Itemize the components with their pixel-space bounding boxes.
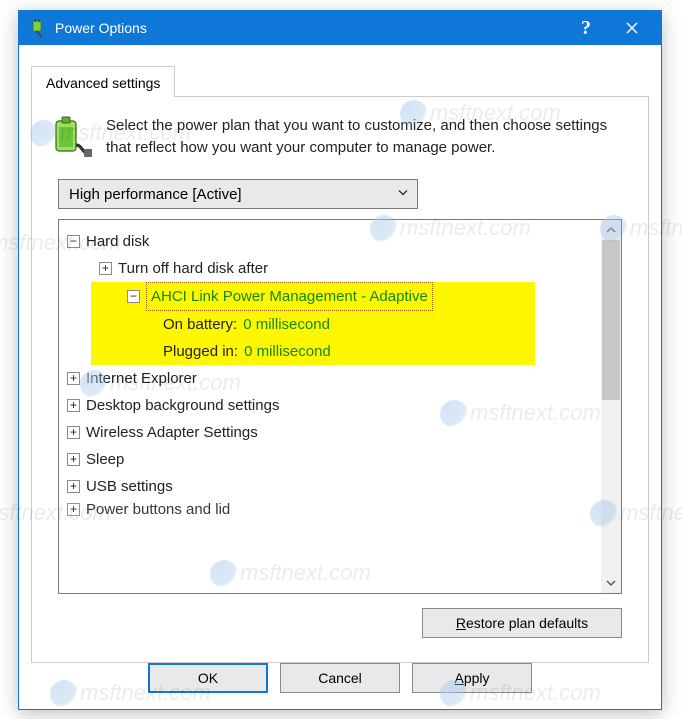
restore-plan-defaults-button[interactable]: Restore plan defaults: [422, 608, 622, 638]
tree-label: Hard disk: [86, 228, 149, 255]
expand-icon[interactable]: +: [99, 262, 112, 275]
on-battery-label: On battery:: [163, 311, 237, 338]
power-plan-value: High performance [Active]: [69, 186, 242, 203]
ahci-label: AHCI Link Power Management - Adaptive: [146, 282, 433, 311]
collapse-icon[interactable]: −: [127, 290, 140, 303]
plugged-in-value: 0 millisecond: [244, 338, 331, 365]
tree-label: Internet Explorer: [86, 365, 197, 392]
apply-button[interactable]: Apply: [412, 663, 532, 693]
power-plug-icon: [29, 19, 47, 37]
tree-label: Desktop background settings: [86, 392, 279, 419]
tree-label: Turn off hard disk after: [118, 255, 268, 282]
tree-label: Sleep: [86, 446, 124, 473]
tab-page: Select the power plan that you want to c…: [31, 97, 649, 663]
ahci-on-battery[interactable]: On battery: 0 millisecond: [91, 311, 535, 338]
scroll-thumb[interactable]: [602, 240, 620, 400]
tree-node-usb[interactable]: + USB settings: [67, 473, 601, 500]
help-button[interactable]: ?: [563, 11, 609, 45]
plugged-in-label: Plugged in:: [163, 338, 238, 365]
power-plan-select[interactable]: High performance [Active]: [58, 179, 418, 209]
tab-advanced-settings[interactable]: Advanced settings: [31, 66, 175, 97]
tree-label: USB settings: [86, 473, 173, 500]
battery-plug-icon: [48, 115, 92, 159]
tree-label: Power buttons and lid: [86, 500, 230, 518]
tree-label: Wireless Adapter Settings: [86, 419, 258, 446]
ahci-plugged-in[interactable]: Plugged in: 0 millisecond: [91, 338, 535, 365]
ok-button[interactable]: OK: [148, 663, 268, 693]
expand-icon[interactable]: +: [67, 426, 80, 439]
titlebar: Power Options ?: [19, 11, 661, 45]
tabstrip: Advanced settings: [31, 65, 649, 97]
vertical-scrollbar[interactable]: [601, 220, 621, 593]
scroll-down-icon[interactable]: [601, 573, 621, 593]
expand-icon[interactable]: +: [67, 480, 80, 493]
window-title: Power Options: [55, 20, 563, 36]
expand-icon[interactable]: +: [67, 399, 80, 412]
tree-node-wireless[interactable]: + Wireless Adapter Settings: [67, 419, 601, 446]
tree-node-hard-disk[interactable]: − Hard disk: [67, 228, 601, 255]
tree-node-ahci[interactable]: − AHCI Link Power Management - Adaptive: [91, 282, 535, 311]
tree-node-ie[interactable]: + Internet Explorer: [67, 365, 601, 392]
cancel-button[interactable]: Cancel: [280, 663, 400, 693]
on-battery-value: 0 millisecond: [243, 311, 330, 338]
scroll-track[interactable]: [601, 240, 621, 573]
tree-node-desktop-background[interactable]: + Desktop background settings: [67, 392, 601, 419]
intro-text: Select the power plan that you want to c…: [106, 115, 632, 159]
tree-node-sleep[interactable]: + Sleep: [67, 446, 601, 473]
settings-tree: − Hard disk + Turn off hard disk after −…: [58, 219, 622, 594]
expand-icon[interactable]: +: [67, 372, 80, 385]
collapse-icon[interactable]: −: [67, 235, 80, 248]
tree-node-power-buttons[interactable]: + Power buttons and lid: [67, 500, 601, 518]
expand-icon[interactable]: +: [67, 453, 80, 466]
scroll-up-icon[interactable]: [601, 220, 621, 240]
close-button[interactable]: [609, 11, 655, 45]
power-options-window: Power Options ? Advanced settings: [18, 10, 662, 710]
tree-node-turn-off-hard-disk[interactable]: + Turn off hard disk after: [67, 255, 601, 282]
expand-icon[interactable]: +: [67, 503, 80, 516]
chevron-down-icon: [397, 186, 409, 203]
